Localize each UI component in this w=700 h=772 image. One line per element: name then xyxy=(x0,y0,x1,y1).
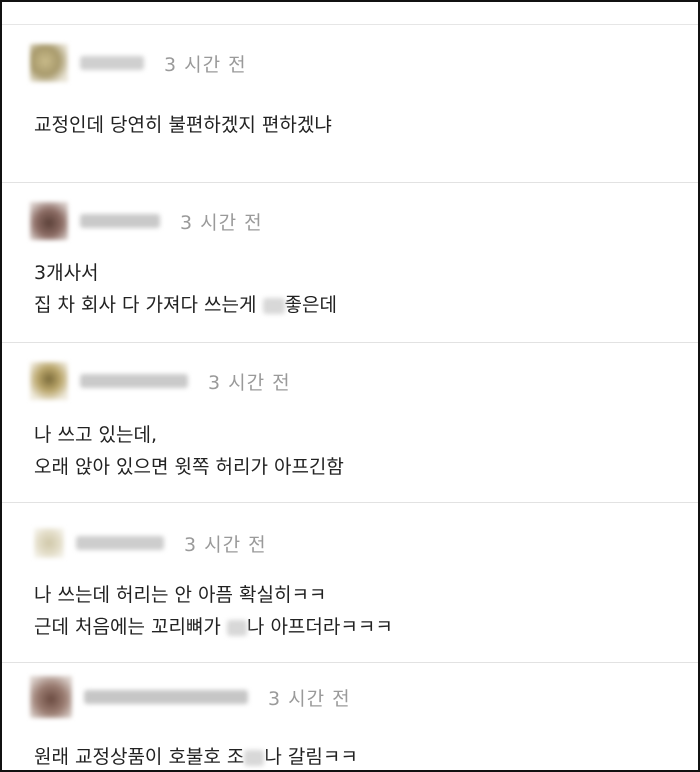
comment-item: 3 시간 전 나 쓰는데 허리는 안 아픔 확실히ㅋㅋ 근데 처음에는 꼬리뼈가 … xyxy=(2,503,698,663)
comment-line-part: 좋은데 xyxy=(284,294,337,316)
username-blurred[interactable] xyxy=(76,536,164,550)
avatar[interactable] xyxy=(34,528,64,558)
comment-line: 오래 앉아 있으면 윗쪽 허리가 아프긴함 xyxy=(34,456,344,478)
username-blurred[interactable] xyxy=(80,56,144,70)
comment-header: 3 시간 전 xyxy=(30,362,291,400)
censored-text xyxy=(244,749,265,766)
comment-text: 나 쓰고 있는데, 오래 앉아 있으면 윗쪽 허리가 아프긴함 xyxy=(34,419,344,483)
username-blurred[interactable] xyxy=(80,214,160,228)
comment-time: 3 시간 전 xyxy=(184,533,267,556)
comment-line: 집 차 회사 다 가져다 쓰는게 좋은데 xyxy=(34,289,337,321)
censored-text xyxy=(226,619,247,636)
comment-item: 3 시간 전 원래 교정상품이 호불호 조 나 갈림ㅋㅋ xyxy=(2,663,698,770)
avatar[interactable] xyxy=(30,202,68,240)
comment-item: 3 시간 전 교정인데 당연히 불편하겠지 편하겠냐 xyxy=(2,25,698,183)
comment-header: 3 시간 전 xyxy=(30,44,247,82)
comment-text: 나 쓰는데 허리는 안 아픔 확실히ㅋㅋ 근데 처음에는 꼬리뼈가 나 아프더라ㅋ… xyxy=(34,579,393,643)
comment-line: 나 쓰고 있는데, xyxy=(34,424,157,446)
comment-header: 3 시간 전 xyxy=(30,525,267,561)
avatar[interactable] xyxy=(30,676,72,718)
comment-time: 3 시간 전 xyxy=(180,211,263,234)
username-blurred[interactable] xyxy=(84,690,248,704)
comment-text: 3개사서집 차 회사 다 가져다 쓰는게 좋은데 xyxy=(34,257,337,321)
top-strip xyxy=(2,2,698,25)
censored-text xyxy=(262,297,285,314)
comment-text: 교정인데 당연히 불편하겠지 편하겠냐 xyxy=(34,109,332,141)
comment-time: 3 시간 전 xyxy=(208,371,291,394)
comment-line-part: 원래 교정상품이 호불호 조 xyxy=(34,746,245,768)
comment-time: 3 시간 전 xyxy=(268,687,351,710)
comment-line: 나 쓰는데 허리는 안 아픔 확실히ㅋㅋ xyxy=(34,584,327,606)
avatar[interactable] xyxy=(30,362,68,400)
comment-header: 3 시간 전 xyxy=(30,676,351,718)
comment-list-frame: 3 시간 전 교정인데 당연히 불편하겠지 편하겠냐 3 시간 전 3개사서집 … xyxy=(0,0,700,772)
comment-item: 3 시간 전 3개사서집 차 회사 다 가져다 쓰는게 좋은데 xyxy=(2,183,698,343)
username-blurred[interactable] xyxy=(80,374,188,388)
comment-line-part: 집 차 회사 다 가져다 쓰는게 xyxy=(34,294,263,316)
comment-line: 근데 처음에는 꼬리뼈가 나 아프더라ㅋㅋㅋ xyxy=(34,611,393,643)
comment-item: 3 시간 전 나 쓰고 있는데, 오래 앉아 있으면 윗쪽 허리가 아프긴함 xyxy=(2,343,698,503)
comment-line-part: 나 갈림ㅋㅋ xyxy=(264,746,358,768)
comment-header: 3 시간 전 xyxy=(30,202,263,240)
comment-line: 교정인데 당연히 불편하겠지 편하겠냐 xyxy=(34,114,332,136)
comment-line: 3개사서 xyxy=(34,262,99,284)
comment-line-part: 근데 처음에는 꼬리뼈가 xyxy=(34,616,227,638)
comment-text: 원래 교정상품이 호불호 조 나 갈림ㅋㅋ xyxy=(34,741,358,770)
avatar[interactable] xyxy=(30,44,68,82)
comment-time: 3 시간 전 xyxy=(164,53,247,76)
comment-line-part: 나 아프더라ㅋㅋㅋ xyxy=(246,616,393,638)
